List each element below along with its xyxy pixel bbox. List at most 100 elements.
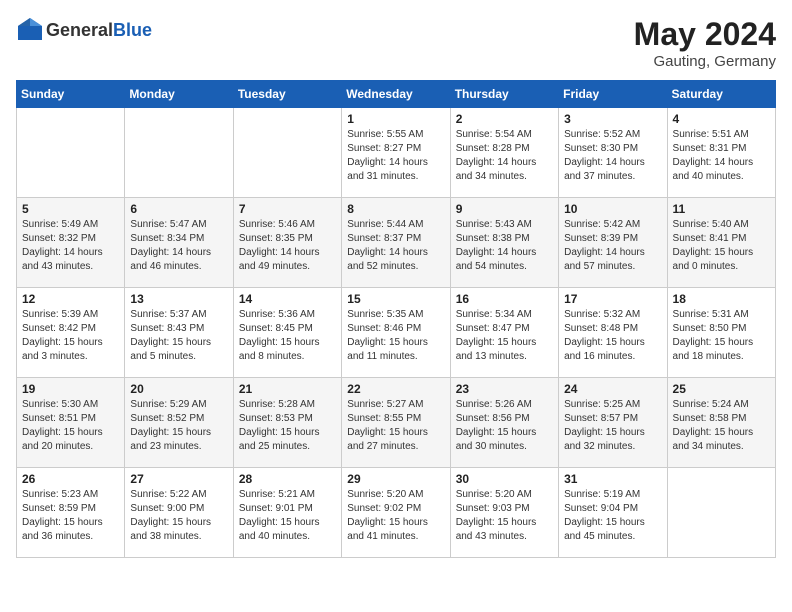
- calendar-cell: 14 Sunrise: 5:36 AM Sunset: 8:45 PM Dayli…: [233, 288, 341, 378]
- day-number: 28: [239, 472, 336, 486]
- day-info: Sunrise: 5:19 AM Sunset: 9:04 PM Dayligh…: [564, 488, 661, 544]
- day-number: 15: [347, 292, 444, 306]
- col-sunday: Sunday: [17, 81, 125, 108]
- logo-icon: [16, 16, 44, 44]
- day-number: 30: [456, 472, 553, 486]
- calendar-cell: 6Sunrise: 5:47 AM Sunset: 8:34 PM Daylig…: [125, 198, 233, 288]
- title-block: May 2024 Gauting, Germany: [634, 16, 776, 70]
- day-info: Sunrise: 5:35 AM Sunset: 8:46 PM Dayligh…: [347, 308, 444, 364]
- calendar-cell: 18 Sunrise: 5:31 AM Sunset: 8:50 PM Dayli…: [667, 288, 775, 378]
- logo-blue-text: Blue: [113, 20, 152, 40]
- calendar-cell: 2 Sunrise: 5:54 AM Sunset: 8:28 PM Daylig…: [450, 108, 558, 198]
- calendar-table: Sunday Monday Tuesday Wednesday Thursday…: [16, 80, 776, 558]
- day-number: 5: [22, 202, 119, 216]
- calendar-cell: 19 Sunrise: 5:30 AM Sunset: 8:51 PM Dayli…: [17, 378, 125, 468]
- calendar-cell: 12 Sunrise: 5:39 AM Sunset: 8:42 PM Dayli…: [17, 288, 125, 378]
- calendar-cell: 17Sunrise: 5:32 AM Sunset: 8:48 PM Dayli…: [559, 288, 667, 378]
- calendar-cell: 31 Sunrise: 5:19 AM Sunset: 9:04 PM Dayli…: [559, 468, 667, 558]
- day-number: 3: [564, 112, 661, 126]
- calendar-week-row: 26Sunrise: 5:23 AM Sunset: 8:59 PM Dayli…: [17, 468, 776, 558]
- day-info: Sunrise: 5:34 AM Sunset: 8:47 PM Dayligh…: [456, 308, 553, 364]
- calendar-cell: 28 Sunrise: 5:21 AM Sunset: 9:01 PM Dayli…: [233, 468, 341, 558]
- calendar-cell: 10Sunrise: 5:42 AM Sunset: 8:39 PM Dayli…: [559, 198, 667, 288]
- header-row: Sunday Monday Tuesday Wednesday Thursday…: [17, 81, 776, 108]
- day-info: Sunrise: 5:20 AM Sunset: 9:03 PM Dayligh…: [456, 488, 553, 544]
- day-info: Sunrise: 5:39 AM Sunset: 8:42 PM Dayligh…: [22, 308, 119, 364]
- day-number: 17: [564, 292, 661, 306]
- col-wednesday: Wednesday: [342, 81, 450, 108]
- day-info: Sunrise: 5:54 AM Sunset: 8:28 PM Dayligh…: [456, 128, 553, 184]
- calendar-cell: 5Sunrise: 5:49 AM Sunset: 8:32 PM Daylig…: [17, 198, 125, 288]
- calendar-cell: 30 Sunrise: 5:20 AM Sunset: 9:03 PM Dayli…: [450, 468, 558, 558]
- day-number: 11: [673, 202, 770, 216]
- calendar-cell: 22Sunrise: 5:27 AM Sunset: 8:55 PM Dayli…: [342, 378, 450, 468]
- logo-general-text: General: [46, 20, 113, 40]
- calendar-cell: 24Sunrise: 5:25 AM Sunset: 8:57 PM Dayli…: [559, 378, 667, 468]
- calendar-cell: 23Sunrise: 5:26 AM Sunset: 8:56 PM Dayli…: [450, 378, 558, 468]
- day-info: Sunrise: 5:52 AM Sunset: 8:30 PM Dayligh…: [564, 128, 661, 184]
- calendar-cell: 1Sunrise: 5:55 AM Sunset: 8:27 PM Daylig…: [342, 108, 450, 198]
- day-number: 7: [239, 202, 336, 216]
- calendar-header: Sunday Monday Tuesday Wednesday Thursday…: [17, 81, 776, 108]
- day-number: 31: [564, 472, 661, 486]
- calendar-cell: 15 Sunrise: 5:35 AM Sunset: 8:46 PM Dayli…: [342, 288, 450, 378]
- day-number: 14: [239, 292, 336, 306]
- logo: GeneralBlue: [16, 16, 152, 44]
- calendar-cell: 20 Sunrise: 5:29 AM Sunset: 8:52 PM Dayli…: [125, 378, 233, 468]
- day-info: Sunrise: 5:28 AM Sunset: 8:53 PM Dayligh…: [239, 398, 336, 454]
- day-info: Sunrise: 5:29 AM Sunset: 8:52 PM Dayligh…: [130, 398, 227, 454]
- calendar-cell: [125, 108, 233, 198]
- day-number: 19: [22, 382, 119, 396]
- col-friday: Friday: [559, 81, 667, 108]
- day-info: Sunrise: 5:22 AM Sunset: 9:00 PM Dayligh…: [130, 488, 227, 544]
- calendar-cell: [233, 108, 341, 198]
- calendar-cell: 29Sunrise: 5:20 AM Sunset: 9:02 PM Dayli…: [342, 468, 450, 558]
- month-year-title: May 2024: [634, 16, 776, 53]
- calendar-cell: 3 Sunrise: 5:52 AM Sunset: 8:30 PM Daylig…: [559, 108, 667, 198]
- calendar-week-row: 19 Sunrise: 5:30 AM Sunset: 8:51 PM Dayli…: [17, 378, 776, 468]
- calendar-cell: 13Sunrise: 5:37 AM Sunset: 8:43 PM Dayli…: [125, 288, 233, 378]
- calendar-week-row: 12 Sunrise: 5:39 AM Sunset: 8:42 PM Dayli…: [17, 288, 776, 378]
- day-number: 16: [456, 292, 553, 306]
- day-number: 27: [130, 472, 227, 486]
- day-info: Sunrise: 5:44 AM Sunset: 8:37 PM Dayligh…: [347, 218, 444, 274]
- col-thursday: Thursday: [450, 81, 558, 108]
- calendar-week-row: 5Sunrise: 5:49 AM Sunset: 8:32 PM Daylig…: [17, 198, 776, 288]
- day-info: Sunrise: 5:46 AM Sunset: 8:35 PM Dayligh…: [239, 218, 336, 274]
- day-info: Sunrise: 5:21 AM Sunset: 9:01 PM Dayligh…: [239, 488, 336, 544]
- day-info: Sunrise: 5:42 AM Sunset: 8:39 PM Dayligh…: [564, 218, 661, 274]
- calendar-cell: 16 Sunrise: 5:34 AM Sunset: 8:47 PM Dayli…: [450, 288, 558, 378]
- calendar-cell: 9 Sunrise: 5:43 AM Sunset: 8:38 PM Daylig…: [450, 198, 558, 288]
- day-number: 18: [673, 292, 770, 306]
- calendar-cell: 26Sunrise: 5:23 AM Sunset: 8:59 PM Dayli…: [17, 468, 125, 558]
- day-number: 2: [456, 112, 553, 126]
- day-number: 21: [239, 382, 336, 396]
- day-info: Sunrise: 5:36 AM Sunset: 8:45 PM Dayligh…: [239, 308, 336, 364]
- calendar-cell: 21 Sunrise: 5:28 AM Sunset: 8:53 PM Dayli…: [233, 378, 341, 468]
- day-info: Sunrise: 5:37 AM Sunset: 8:43 PM Dayligh…: [130, 308, 227, 364]
- calendar-cell: 7 Sunrise: 5:46 AM Sunset: 8:35 PM Daylig…: [233, 198, 341, 288]
- day-number: 26: [22, 472, 119, 486]
- day-info: Sunrise: 5:24 AM Sunset: 8:58 PM Dayligh…: [673, 398, 770, 454]
- day-number: 9: [456, 202, 553, 216]
- day-number: 23: [456, 382, 553, 396]
- day-number: 1: [347, 112, 444, 126]
- calendar-week-row: 1Sunrise: 5:55 AM Sunset: 8:27 PM Daylig…: [17, 108, 776, 198]
- day-info: Sunrise: 5:51 AM Sunset: 8:31 PM Dayligh…: [673, 128, 770, 184]
- col-monday: Monday: [125, 81, 233, 108]
- calendar-cell: 4 Sunrise: 5:51 AM Sunset: 8:31 PM Daylig…: [667, 108, 775, 198]
- calendar-body: 1Sunrise: 5:55 AM Sunset: 8:27 PM Daylig…: [17, 108, 776, 558]
- day-number: 29: [347, 472, 444, 486]
- calendar-cell: 25Sunrise: 5:24 AM Sunset: 8:58 PM Dayli…: [667, 378, 775, 468]
- day-number: 4: [673, 112, 770, 126]
- day-info: Sunrise: 5:25 AM Sunset: 8:57 PM Dayligh…: [564, 398, 661, 454]
- page-header: GeneralBlue May 2024 Gauting, Germany: [16, 16, 776, 70]
- day-info: Sunrise: 5:43 AM Sunset: 8:38 PM Dayligh…: [456, 218, 553, 274]
- day-number: 12: [22, 292, 119, 306]
- day-number: 22: [347, 382, 444, 396]
- day-info: Sunrise: 5:30 AM Sunset: 8:51 PM Dayligh…: [22, 398, 119, 454]
- day-number: 20: [130, 382, 227, 396]
- col-tuesday: Tuesday: [233, 81, 341, 108]
- day-info: Sunrise: 5:47 AM Sunset: 8:34 PM Dayligh…: [130, 218, 227, 274]
- day-info: Sunrise: 5:31 AM Sunset: 8:50 PM Dayligh…: [673, 308, 770, 364]
